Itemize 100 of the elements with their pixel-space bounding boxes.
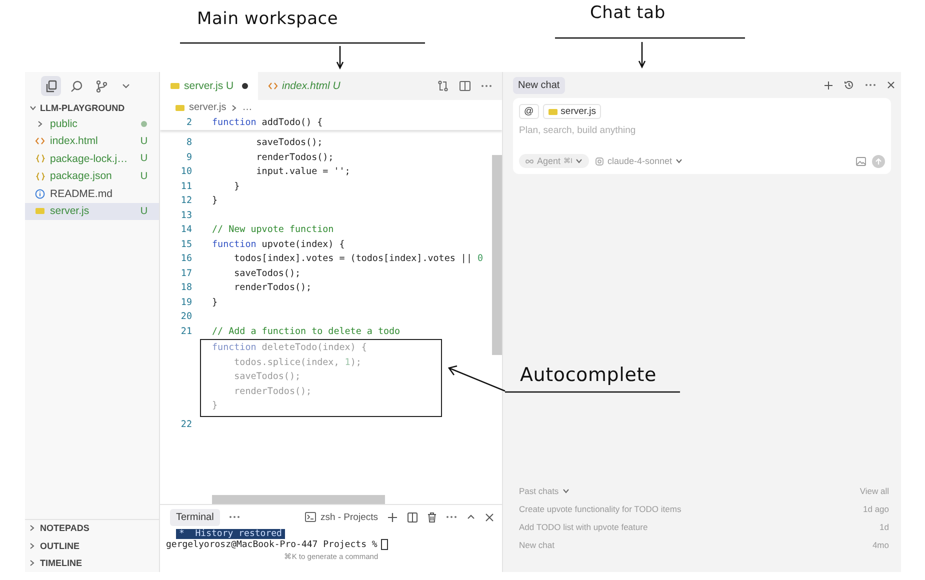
- js-file-icon: [548, 108, 558, 116]
- section-header[interactable]: TIMELINE: [40, 558, 82, 568]
- add-icon[interactable]: [824, 80, 833, 90]
- git-status: U: [139, 153, 149, 164]
- file-name: index.html: [50, 135, 99, 148]
- code-line: input.value = '';: [255, 166, 350, 178]
- file-name: public: [50, 118, 78, 130]
- file-tree-item[interactable]: public: [25, 115, 159, 132]
- more-icon[interactable]: [446, 515, 457, 520]
- code-line: renderTodos();: [233, 282, 312, 294]
- file-tree-item[interactable]: README.md: [25, 185, 159, 202]
- files-icon[interactable]: [44, 80, 58, 92]
- scrollbar[interactable]: [492, 155, 502, 355]
- chevron-right-icon[interactable]: [28, 524, 36, 532]
- compare-icon[interactable]: [437, 80, 449, 92]
- file-tree-item[interactable]: package-lock.j… U: [25, 150, 159, 168]
- source-control-icon[interactable]: [94, 80, 108, 92]
- trash-icon[interactable]: [427, 512, 437, 523]
- file-name: server.js: [50, 205, 90, 218]
- chevron-down-icon[interactable]: [121, 81, 131, 91]
- line-number: 10: [180, 166, 193, 178]
- braces-file-icon: [36, 154, 44, 164]
- chevron-right-icon[interactable]: [230, 104, 238, 112]
- past-chats-header[interactable]: Past chats: [519, 486, 559, 496]
- section-header[interactable]: NOTEPADS: [40, 523, 90, 534]
- split-editor-icon[interactable]: [459, 80, 471, 92]
- chevron-down-icon[interactable]: [675, 157, 684, 165]
- code-line: }: [212, 296, 218, 308]
- past-chat-title[interactable]: Add TODO list with upvote feature: [519, 522, 648, 532]
- line-number: 21: [180, 326, 193, 337]
- chat-tab[interactable]: New chat: [513, 76, 565, 94]
- chevron-down-icon[interactable]: [29, 104, 37, 112]
- git-status: U: [139, 136, 149, 147]
- file-name: README.md: [50, 188, 114, 200]
- file-tree-item[interactable]: index.html U: [25, 132, 159, 150]
- chevron-right-icon[interactable]: [28, 559, 36, 568]
- terminal-prompt: gergelyorosz@MacBook-Pro-447 Projects %: [166, 540, 378, 550]
- arrow-up-icon: [875, 158, 882, 164]
- mention-chip[interactable]: @: [519, 104, 539, 119]
- annotation-label: Main workspace: [197, 9, 338, 29]
- infinity-icon: [525, 158, 534, 164]
- file-tree-item[interactable]: package.json U: [25, 168, 159, 185]
- more-icon[interactable]: [228, 515, 240, 520]
- section-header[interactable]: OUTLINE: [40, 540, 80, 551]
- suggestion-line: todos.splice(index, 1);: [233, 356, 362, 368]
- file-name: package.json: [50, 170, 113, 182]
- past-chat-title[interactable]: Create upvote functionality for TODO items: [519, 504, 682, 514]
- terminal-tab[interactable]: Terminal: [170, 508, 220, 526]
- chevron-down-icon[interactable]: [575, 157, 584, 165]
- line-number: 12: [180, 195, 193, 206]
- file-tree-item[interactable]: server.js U: [25, 202, 159, 220]
- code-line: }: [212, 195, 218, 206]
- breadcrumb-item[interactable]: …: [242, 102, 252, 113]
- terminal-banner: * History restored: [176, 529, 285, 540]
- file-chip[interactable]: server.js: [542, 104, 602, 119]
- more-icon[interactable]: [865, 83, 876, 87]
- history-icon[interactable]: [844, 80, 854, 90]
- suggestion-line: function deleteTodo(index) {: [212, 342, 367, 354]
- project-title[interactable]: LLM-PLAYGROUND: [40, 102, 125, 112]
- chat-time: 4mo: [872, 540, 889, 550]
- breadcrumb-item[interactable]: server.js: [189, 102, 226, 113]
- arrow: [638, 41, 646, 68]
- line-number: 18: [180, 282, 193, 294]
- file-name: package-lock.j…: [50, 152, 129, 165]
- shell-name[interactable]: zsh - Projects: [320, 512, 378, 523]
- model-dropdown[interactable]: claude-4-sonnet: [595, 156, 684, 166]
- line-number: 14: [180, 224, 193, 236]
- editor-tab[interactable]: index.html U: [258, 72, 368, 100]
- line-number: 19: [180, 296, 193, 308]
- braces-file-icon: [36, 172, 44, 181]
- line-number: 15: [180, 238, 193, 250]
- js-file-icon: [35, 207, 45, 216]
- line-number: 22: [180, 418, 193, 430]
- git-status: U: [139, 206, 149, 217]
- editor-tab[interactable]: server.js U: [160, 72, 258, 100]
- js-file-icon: [170, 82, 180, 90]
- info-icon: [35, 188, 45, 199]
- view-all-link[interactable]: View all: [860, 486, 889, 496]
- line-number: 17: [180, 268, 193, 279]
- suggestion-line: renderTodos();: [233, 386, 312, 397]
- chat-input[interactable]: Plan, search, build anything: [519, 125, 719, 136]
- arrow: [448, 365, 506, 392]
- past-chat-title[interactable]: New chat: [519, 540, 554, 550]
- chevron-down-icon[interactable]: [562, 487, 570, 495]
- chat-time: 1d: [880, 522, 889, 532]
- add-icon[interactable]: [387, 512, 398, 523]
- more-icon[interactable]: [481, 84, 492, 88]
- close-icon[interactable]: [485, 512, 494, 522]
- chevron-right-icon[interactable]: [36, 120, 44, 128]
- line-number: 16: [180, 253, 193, 264]
- chevron-right-icon[interactable]: [28, 542, 36, 550]
- close-icon[interactable]: [887, 81, 895, 89]
- split-icon[interactable]: [407, 512, 418, 523]
- code-line: renderTodos();: [255, 152, 334, 163]
- scrollbar[interactable]: [212, 495, 385, 504]
- code-line: // New upvote function: [212, 224, 334, 236]
- code-line: saveTodos();: [233, 268, 301, 279]
- image-icon[interactable]: [856, 156, 866, 166]
- search-icon[interactable]: [70, 80, 82, 92]
- code-file-icon: [35, 137, 45, 146]
